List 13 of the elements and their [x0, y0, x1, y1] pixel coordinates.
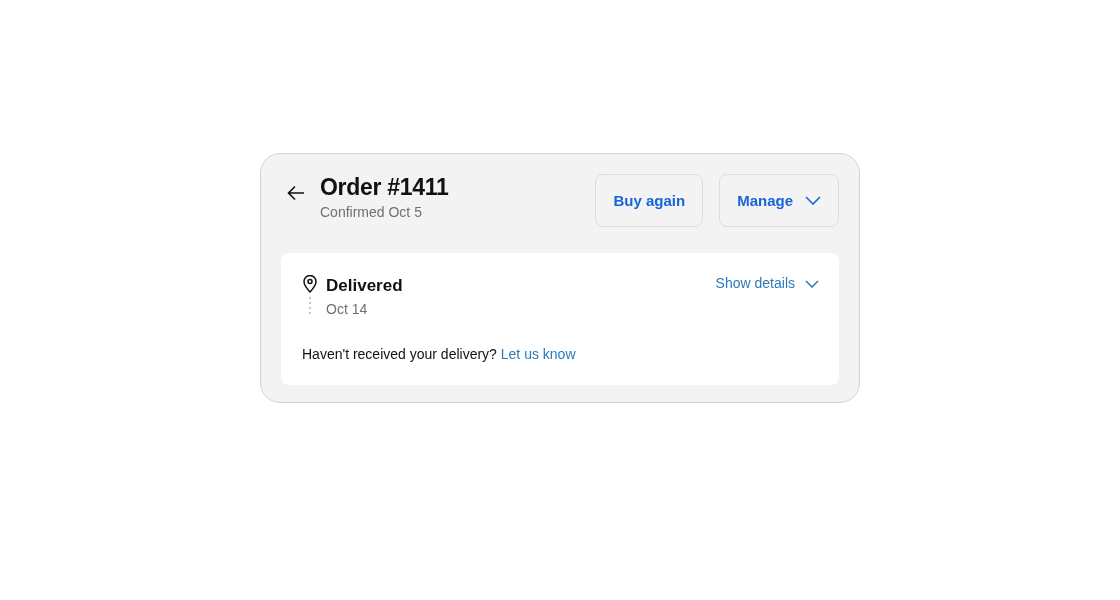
delivery-date: Oct 14 [326, 299, 369, 319]
back-arrow-icon [286, 183, 306, 203]
help-text: Haven't received your delivery? Let us know [302, 344, 577, 364]
status-title: Delivered [326, 275, 403, 298]
buy-again-button[interactable]: Buy again [595, 174, 704, 228]
chevron-icon [805, 196, 821, 206]
chevron-icon [805, 279, 819, 288]
order-title: Order #1411 [320, 174, 449, 202]
confirmation-date: Confirmed Oct 5 [320, 202, 423, 222]
manage-dropdown[interactable]: Manage [719, 174, 839, 228]
location-pin-icon [302, 275, 318, 294]
show-details-link[interactable]: Show details [715, 273, 819, 295]
let-us-know-link[interactable]: Let us know [500, 345, 576, 362]
